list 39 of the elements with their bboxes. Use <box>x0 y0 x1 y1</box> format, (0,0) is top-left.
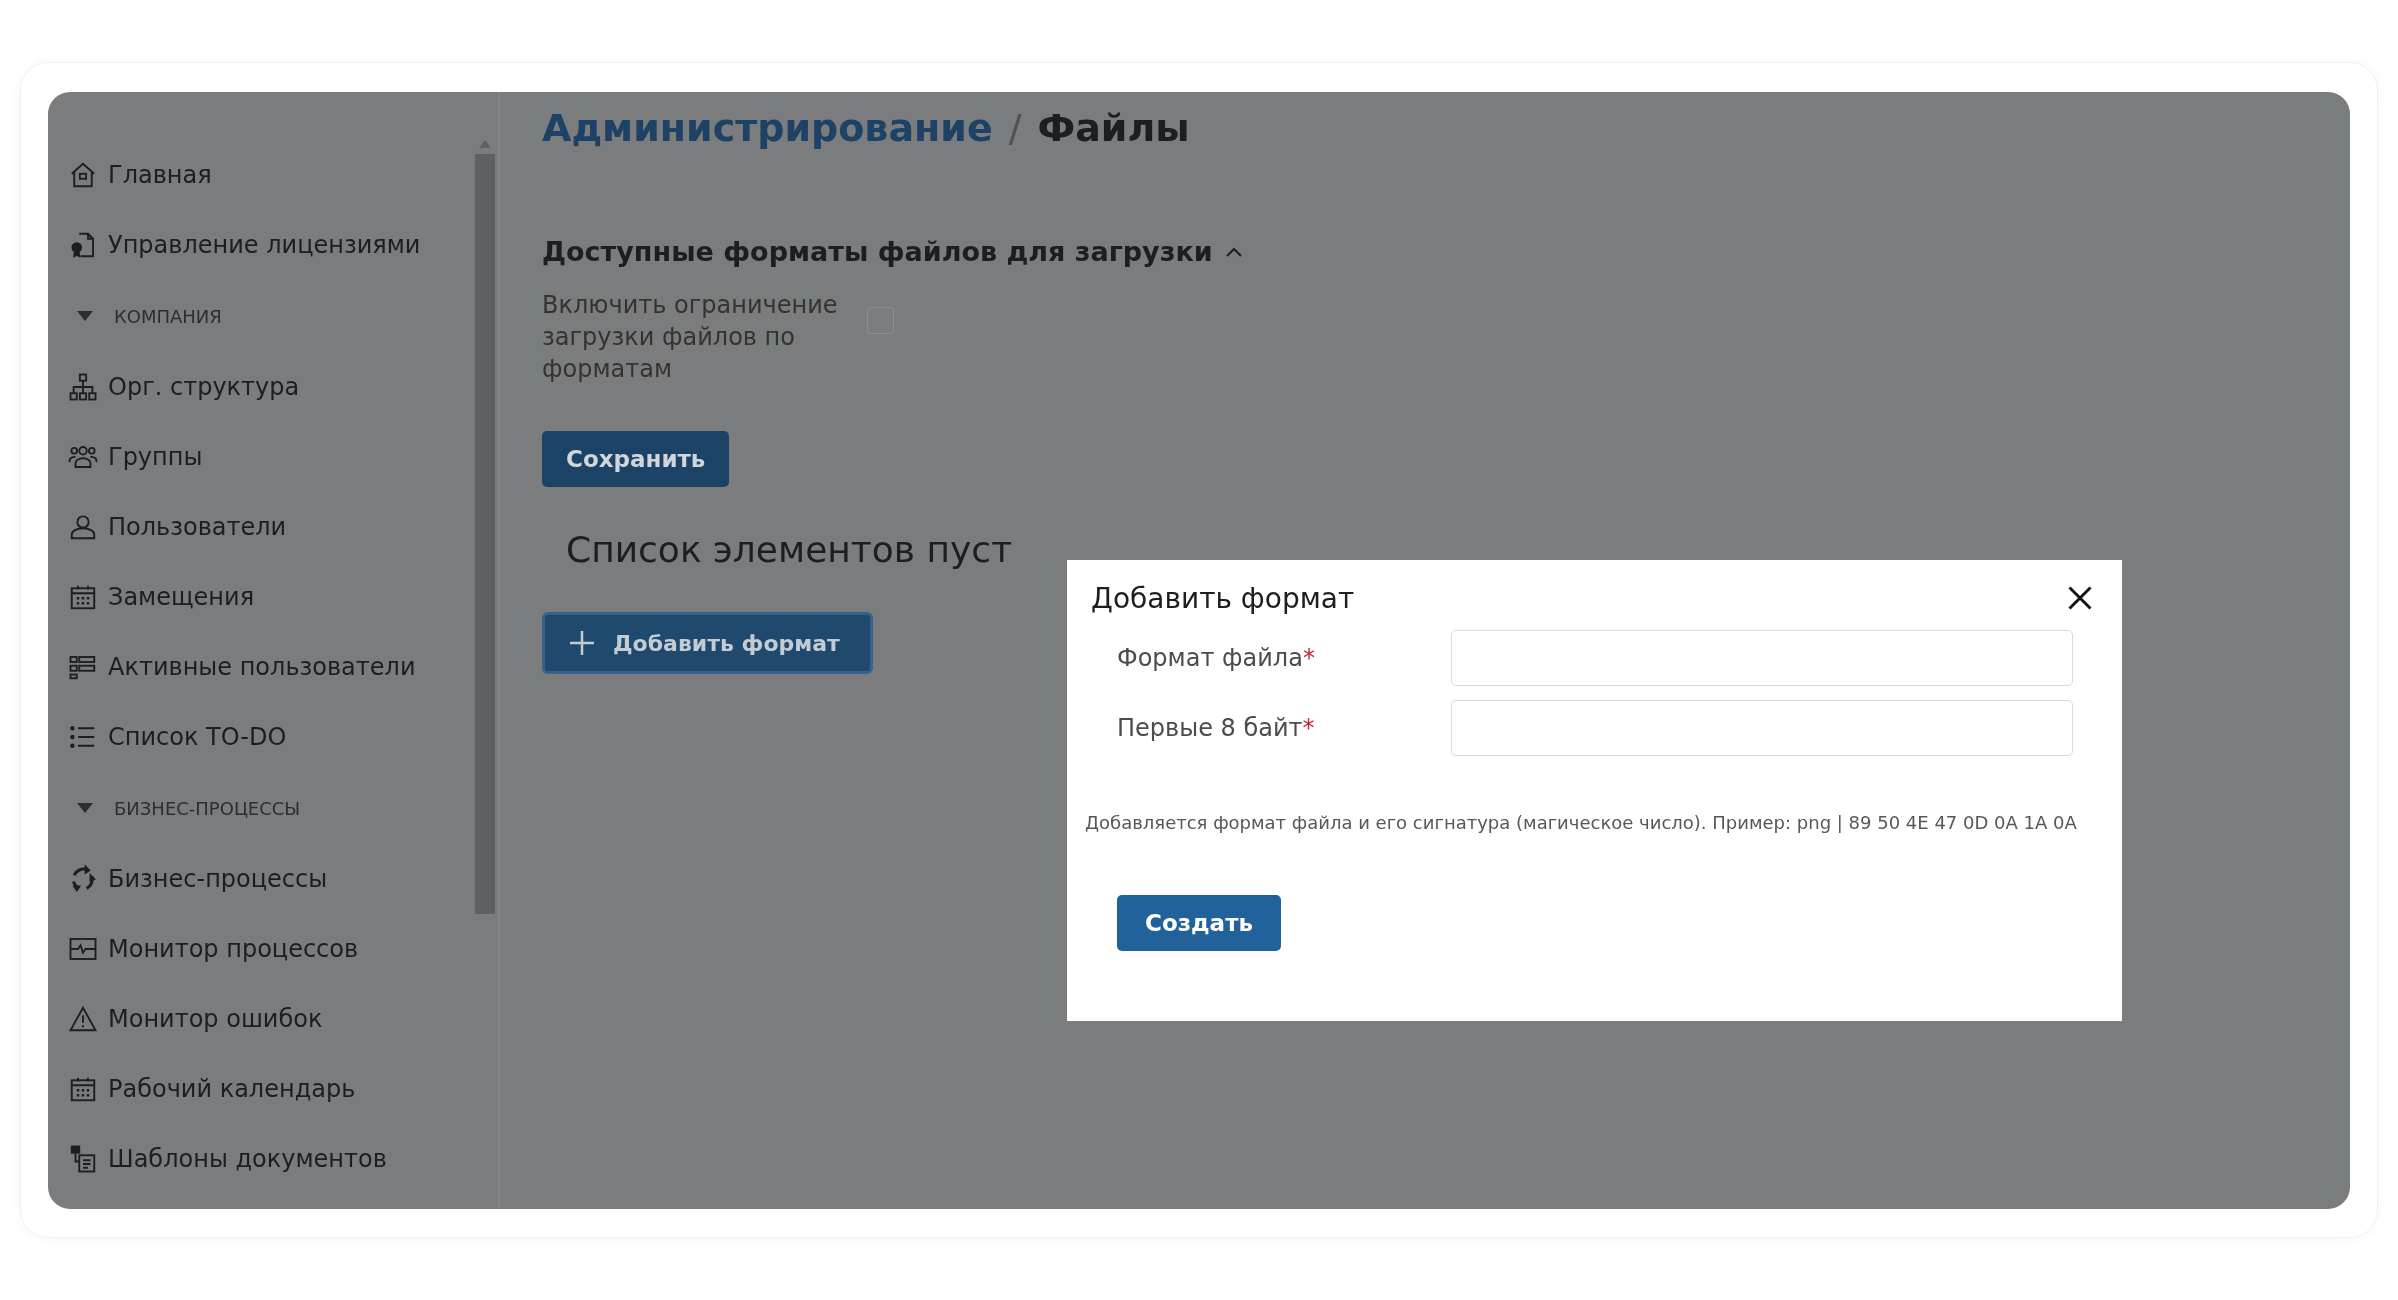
sidebar-item[interactable]: Группы <box>108 443 203 471</box>
empty-message: Список элементов пуст <box>566 529 1013 570</box>
hint-text: Добавляется формат файла и его сигнатура (магическое число). Пример: png | 89 50 4E 47 0D 0A 1A 0A <box>1085 812 2078 833</box>
sidebar-item[interactable]: Пользователи <box>108 513 287 541</box>
sidebar-item[interactable]: Шаблоны документов <box>108 1145 387 1173</box>
section-header[interactable]: КОМПАНИЯ <box>114 305 222 327</box>
scroll-up-icon[interactable] <box>479 140 491 148</box>
add-format-button[interactable]: Добавить формат <box>542 612 873 674</box>
breadcrumb-link[interactable]: Администрирование <box>542 106 993 150</box>
page-title: Файлы <box>1037 106 1190 150</box>
warning-icon <box>68 1004 98 1034</box>
input-field[interactable] <box>1451 700 2073 756</box>
create-button[interactable]: Создать <box>1117 895 1281 951</box>
save-button[interactable]: Сохранить <box>542 431 730 487</box>
sidebar-item[interactable]: Замещения <box>108 583 255 611</box>
sidebar-item[interactable]: Монитор процессов <box>108 935 359 963</box>
sidebar-item[interactable]: Бизнес-процессы <box>108 865 328 893</box>
document-icon <box>68 1144 98 1174</box>
dialog-title: Добавить формат <box>1090 581 1355 615</box>
sidebar-item[interactable]: Управление лицензиями <box>108 231 421 259</box>
field-label: Первые 8 байт* <box>1117 714 1316 742</box>
hierarchy-icon <box>68 372 98 402</box>
sidebar-item[interactable]: Монитор ошибок <box>108 1005 323 1033</box>
section-title[interactable]: Доступные форматы файлов для загрузки <box>542 236 1213 267</box>
sidebar-item[interactable]: Главная <box>108 161 212 189</box>
input-field[interactable] <box>1451 630 2073 686</box>
section-header[interactable]: БИЗНЕС-ПРОЦЕССЫ <box>114 797 301 819</box>
checkbox-label: Включить ограничение загрузки файлов по форматам <box>542 290 839 385</box>
sidebar-item[interactable]: Рабочий календарь <box>108 1075 356 1103</box>
chevron-icon[interactable] <box>1224 245 1243 258</box>
triangle-icon[interactable] <box>76 802 94 814</box>
sidebar-item[interactable]: Орг. структура <box>108 373 300 401</box>
sidebar-item[interactable]: Список TO-DO <box>108 723 287 751</box>
field-label: Формат файла* <box>1117 644 1316 672</box>
sidebar-item[interactable]: Активные пользователи <box>108 653 416 681</box>
breadcrumb-separator: / <box>1008 106 1022 150</box>
triangle-icon[interactable] <box>76 310 94 322</box>
scrollbar-thumb[interactable] <box>475 154 495 914</box>
plus-icon <box>569 630 595 656</box>
